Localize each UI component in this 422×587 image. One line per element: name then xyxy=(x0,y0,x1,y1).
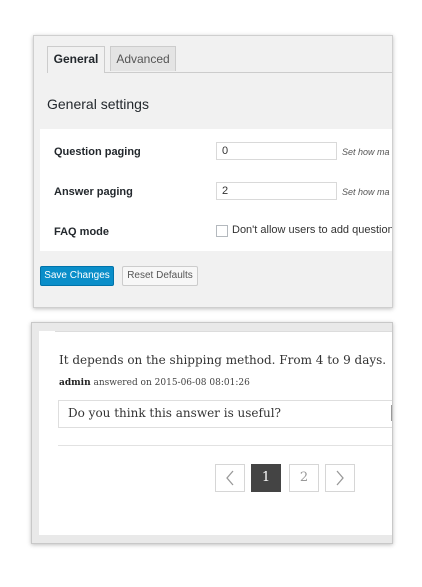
divider xyxy=(55,331,392,332)
pagination-page-2[interactable]: 2 xyxy=(289,464,319,492)
faq-mode-checkbox-label: Don't allow users to add question xyxy=(232,224,393,236)
tab-advanced[interactable]: Advanced xyxy=(110,46,176,71)
pagination-next-button[interactable] xyxy=(325,464,355,492)
reset-defaults-button[interactable]: Reset Defaults xyxy=(122,266,198,286)
useful-prompt-box: Do you think this answer is useful? xyxy=(58,400,392,428)
settings-form: Question paging Set how ma Answer paging… xyxy=(40,129,393,251)
chevron-right-icon xyxy=(336,470,344,486)
answer-paging-input[interactable] xyxy=(216,182,337,200)
question-paging-hint: Set how ma xyxy=(342,147,390,157)
pagination-prev-button[interactable] xyxy=(215,464,245,492)
answer-meta: admin answered on 2015-06-08 08:01:26 xyxy=(59,378,250,388)
answer-author[interactable]: admin xyxy=(59,378,91,388)
answer-panel: It depends on the shipping method. From … xyxy=(31,322,393,544)
question-paging-input[interactable] xyxy=(216,142,337,160)
answer-text: It depends on the shipping method. From … xyxy=(59,353,387,367)
answer-paging-hint: Set how ma xyxy=(342,187,390,197)
chevron-left-icon xyxy=(226,470,234,486)
settings-panel: General Advanced General settings Questi… xyxy=(33,35,393,308)
faq-mode-label: FAQ mode xyxy=(54,226,110,238)
settings-tabs: General Advanced xyxy=(47,46,392,73)
save-changes-button[interactable]: Save Changes xyxy=(40,266,114,286)
useful-prompt: Do you think this answer is useful? xyxy=(68,406,281,420)
answer-card: It depends on the shipping method. From … xyxy=(39,331,392,535)
scroll-handle[interactable] xyxy=(391,405,392,421)
faq-mode-checkbox[interactable] xyxy=(216,225,228,237)
divider xyxy=(58,445,392,446)
question-paging-label: Question paging xyxy=(54,146,141,158)
section-title: General settings xyxy=(47,96,149,112)
answer-date: answered on 2015-06-08 08:01:26 xyxy=(93,378,250,388)
pagination-page-1[interactable]: 1 xyxy=(251,464,281,492)
tab-general[interactable]: General xyxy=(47,46,105,73)
answer-paging-label: Answer paging xyxy=(54,186,133,198)
